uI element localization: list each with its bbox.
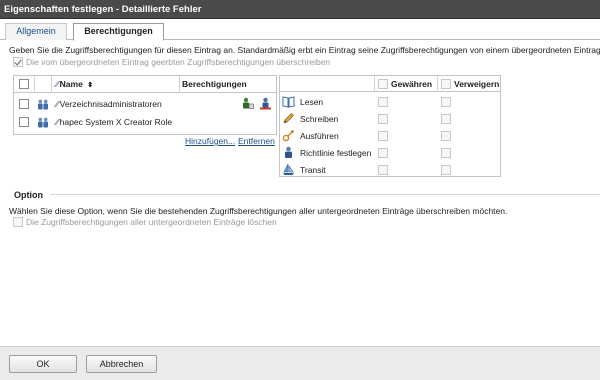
grant-checkbox[interactable] <box>378 148 388 158</box>
option-description: Wählen Sie diese Option, wenn Sie die be… <box>9 206 508 216</box>
transit-boat-icon <box>282 163 295 176</box>
deny-checkbox[interactable] <box>441 148 451 158</box>
principals-table: ⁄⁄Name ⬍ Berechtigungen ⁄⁄Verzeichnisadm… <box>13 75 277 135</box>
principal-name: ⁄⁄Verzeichnisadministratoren <box>56 99 162 109</box>
right-row-transit: Transit <box>280 162 500 178</box>
slash-icon: ⁄⁄ <box>56 100 59 109</box>
delete-child-permissions-label: Die Zugriffsberechtigungen aller unterge… <box>26 217 277 227</box>
right-label: Transit <box>300 165 326 175</box>
right-label: Richtlinie festlegen <box>300 148 372 158</box>
grant-checkbox[interactable] <box>378 131 388 141</box>
permissions-description: Geben Sie die Zugriffsberechtigungen für… <box>9 45 600 55</box>
principal-row[interactable]: ⁄⁄Verzeichnisadministratoren <box>14 96 276 113</box>
option-divider <box>50 194 600 195</box>
deny-checkbox[interactable] <box>441 131 451 141</box>
grant-all-checkbox[interactable] <box>378 79 388 89</box>
deny-checkbox[interactable] <box>441 165 451 175</box>
tab-bar: Allgemein Berechtigungen <box>0 19 600 41</box>
principal-row-checkbox[interactable] <box>19 117 29 127</box>
grant-checkbox[interactable] <box>378 165 388 175</box>
remove-user-icon[interactable] <box>259 97 272 110</box>
principal-row-checkbox[interactable] <box>19 99 29 109</box>
book-icon <box>282 95 295 108</box>
rights-table-header: Gewähren Verweigern <box>280 76 500 92</box>
principal-name: ⁄⁄hapec System X Creator Role <box>56 117 173 127</box>
tab-allgemein[interactable]: Allgemein <box>5 23 67 40</box>
select-all-checkbox[interactable] <box>19 79 29 89</box>
column-header-deny: Verweigern <box>454 79 500 89</box>
sort-slash-icon: ⁄⁄ <box>56 80 59 89</box>
deny-checkbox[interactable] <box>441 97 451 107</box>
remove-principal-link[interactable]: Entfernen <box>238 136 275 146</box>
right-row-lesen: Lesen <box>280 94 500 110</box>
window-title: Eigenschaften festlegen - Detaillierte F… <box>0 0 600 19</box>
principals-table-header: ⁄⁄Name ⬍ Berechtigungen <box>14 76 276 93</box>
right-label: Schreiben <box>300 114 339 124</box>
sort-updown-icon: ⬍ <box>87 82 94 89</box>
option-section-title: Option <box>14 190 43 200</box>
dialog-footer: OK Abbrechen <box>0 346 600 380</box>
tab-berechtigungen[interactable]: Berechtigungen <box>73 23 164 41</box>
principal-row[interactable]: ⁄⁄hapec System X Creator Role <box>14 114 276 131</box>
right-label: Lesen <box>300 97 324 107</box>
column-header-grant: Gewähren <box>391 79 433 89</box>
override-inherited-checkbox[interactable] <box>13 57 23 67</box>
users-group-icon <box>37 117 49 128</box>
column-header-permissions: Berechtigungen <box>182 79 247 89</box>
grant-checkbox[interactable] <box>378 114 388 124</box>
column-header-name[interactable]: ⁄⁄Name ⬍ <box>56 79 93 89</box>
cancel-button[interactable]: Abbrechen <box>86 355 157 373</box>
grant-checkbox[interactable] <box>378 97 388 107</box>
add-principal-link[interactable]: Hinzufügen... <box>185 136 235 146</box>
slash-icon: ⁄⁄ <box>56 118 59 127</box>
edit-permissions-icon[interactable] <box>241 97 254 110</box>
right-label: Ausführen <box>300 131 339 141</box>
rights-table: Gewähren Verweigern Lesen Schreiben Ausf… <box>279 75 501 177</box>
override-inherited-label: Die vom übergeordneten Eintrag geerbten … <box>26 57 331 67</box>
execute-icon <box>282 129 295 142</box>
right-row-ausfuehren: Ausführen <box>280 128 500 144</box>
deny-all-checkbox[interactable] <box>441 79 451 89</box>
right-row-richtlinie: Richtlinie festlegen <box>280 145 500 161</box>
users-group-icon <box>37 99 49 110</box>
ok-button[interactable]: OK <box>9 355 77 373</box>
pencil-icon <box>282 112 295 125</box>
deny-checkbox[interactable] <box>441 114 451 124</box>
right-row-schreiben: Schreiben <box>280 111 500 127</box>
policy-user-icon <box>282 146 295 159</box>
delete-child-permissions-checkbox[interactable] <box>13 217 23 227</box>
